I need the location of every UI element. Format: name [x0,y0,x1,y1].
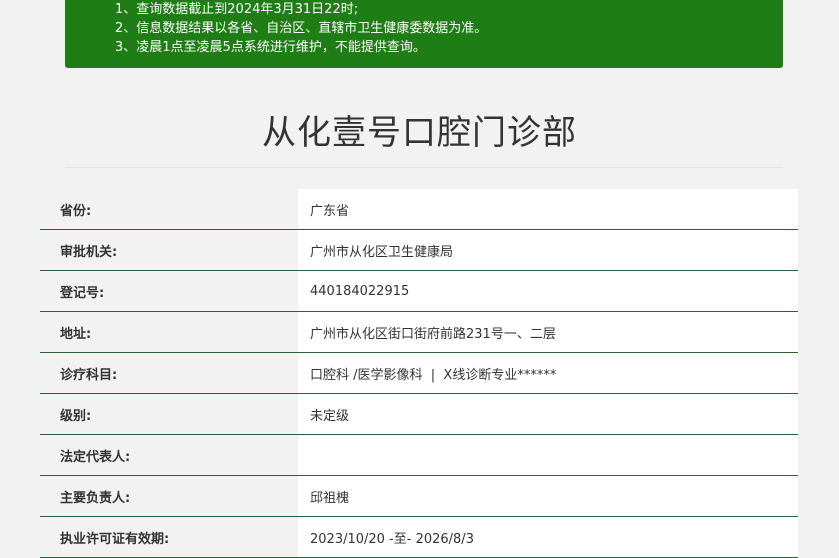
row-value: 广东省 [298,189,798,229]
row-label: 登记号: [40,271,298,311]
row-value: 440184022915 [298,271,798,311]
notice-line: 2、信息数据结果以各省、自治区、直辖市卫生健康委数据为准。 [115,21,488,36]
row-label: 法定代表人: [40,435,298,475]
row-label: 执业许可证有效期: [40,517,298,557]
row-label: 主要负责人: [40,476,298,516]
row-label: 审批机关: [40,230,298,270]
row-label: 级别: [40,394,298,434]
row-value: 邱祖槐 [298,476,798,516]
row-label: 省份: [40,189,298,229]
info-table: 省份: 广东省 审批机关: 广州市从化区卫生健康局 登记号: 440184022… [40,189,798,558]
table-row-approval-authority: 审批机关: 广州市从化区卫生健康局 [40,230,798,271]
row-value: 未定级 [298,394,798,434]
row-value: 口腔科 /医学影像科 | X线诊断专业****** [298,353,798,393]
table-row-principal: 主要负责人: 邱祖槐 [40,476,798,517]
row-label: 地址: [40,312,298,352]
table-row-province: 省份: 广东省 [40,189,798,230]
table-row-departments: 诊疗科目: 口腔科 /医学影像科 | X线诊断专业****** [40,353,798,394]
table-row-address: 地址: 广州市从化区街口街府前路231号一、二层 [40,312,798,353]
page-title: 从化壹号口腔门诊部 [262,113,577,153]
notice-banner: 1、查询数据截止到2024年3月31日22时; 2、信息数据结果以各省、自治区、… [65,0,783,68]
row-value: 2023/10/20 -至- 2026/8/3 [298,517,798,557]
row-label: 诊疗科目: [40,353,298,393]
table-row-legal-representative: 法定代表人: [40,435,798,476]
table-row-level: 级别: 未定级 [40,394,798,435]
row-value [298,435,798,475]
row-value: 广州市从化区街口街府前路231号一、二层 [298,312,798,352]
table-row-registration-number: 登记号: 440184022915 [40,271,798,312]
row-value: 广州市从化区卫生健康局 [298,230,798,270]
title-divider [65,167,783,168]
notice-line: 3、凌晨1点至凌晨5点系统进行维护，不能提供查询。 [115,40,426,55]
notice-line: 1、查询数据截止到2024年3月31日22时; [115,2,359,17]
